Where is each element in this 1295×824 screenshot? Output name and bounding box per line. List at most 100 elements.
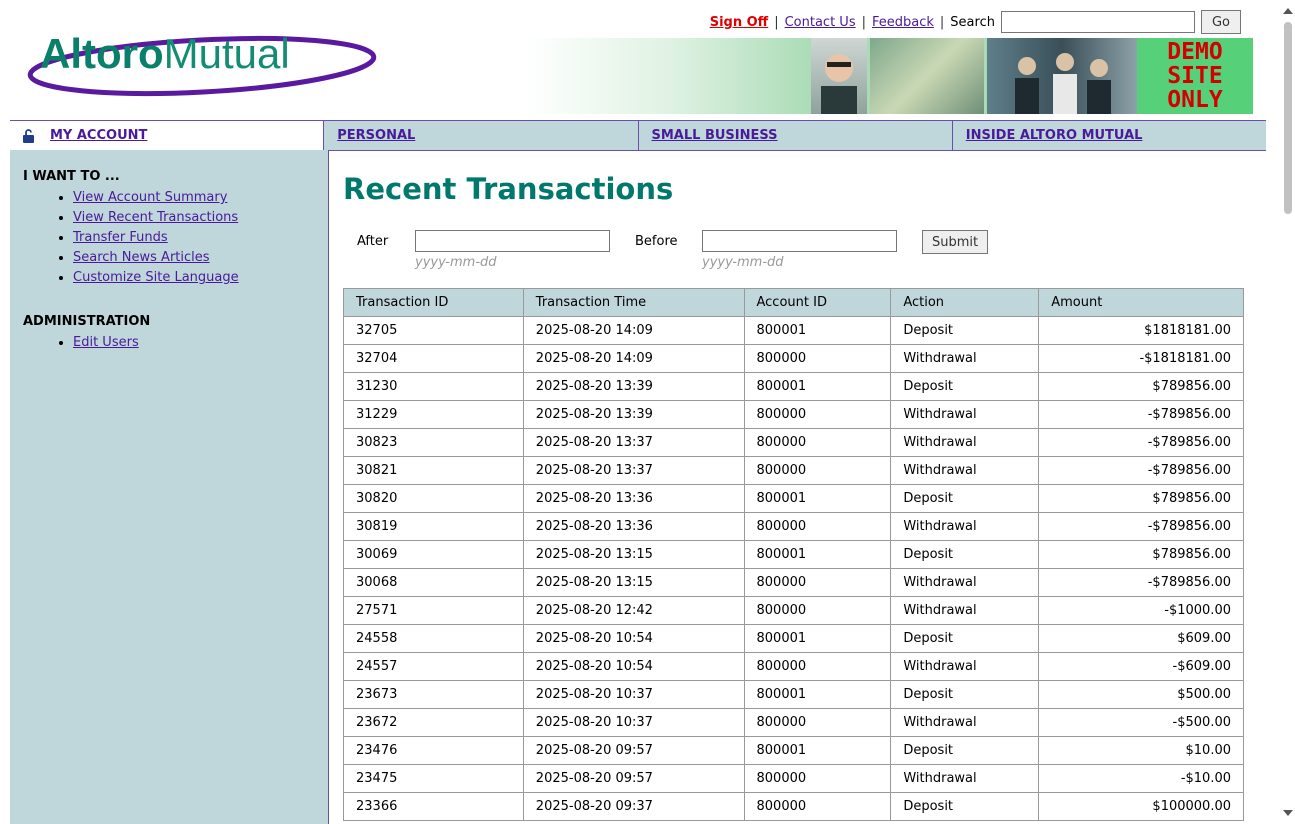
before-date-input[interactable] <box>702 230 897 252</box>
list-item: Customize Site Language <box>73 268 239 288</box>
cell-transaction-time: 2025-08-20 10:54 <box>522 624 745 653</box>
sidebar-item-search-news-articles[interactable]: Search News Articles <box>73 250 210 265</box>
cell-action: Deposit <box>890 624 1040 653</box>
scroll-up-arrow-icon[interactable] <box>1283 8 1293 14</box>
cell-amount: $609.00 <box>1038 624 1244 653</box>
cell-transaction-id: 30823 <box>343 428 524 457</box>
tab-small-business-link[interactable]: SMALL BUSINESS <box>652 128 778 143</box>
banner-photo-keyboard <box>870 38 984 114</box>
cell-transaction-time: 2025-08-20 13:39 <box>522 400 745 429</box>
column-header-action: Action <box>890 288 1040 317</box>
cell-account-id: 800001 <box>743 316 892 345</box>
page-title: Recent Transactions <box>343 172 674 206</box>
cell-action: Deposit <box>890 736 1040 765</box>
search-input[interactable] <box>1000 11 1195 33</box>
tab-personal-link[interactable]: PERSONAL <box>337 128 415 143</box>
before-date-hint: yyyy-mm-dd <box>702 255 784 270</box>
before-label: Before <box>635 234 678 249</box>
cell-account-id: 800000 <box>743 456 892 485</box>
cell-transaction-id: 32704 <box>343 344 524 373</box>
cell-transaction-id: 31229 <box>343 400 524 429</box>
tab-inside-altoro-link[interactable]: INSIDE ALTORO MUTUAL <box>966 128 1143 143</box>
transactions-table-body: 32705 2025-08-20 14:09 800001 Deposit $18181… <box>343 316 1244 821</box>
top-links: Sign Off | Contact Us | Feedback | Searc… <box>710 10 1241 34</box>
cell-action: Deposit <box>890 540 1040 569</box>
tab-inside-altoro-mutual[interactable]: INSIDE ALTORO MUTUAL <box>951 121 1266 150</box>
cell-action: Withdrawal <box>890 400 1040 429</box>
cell-action: Withdrawal <box>890 456 1040 485</box>
cell-transaction-id: 23366 <box>343 792 524 821</box>
sign-off-link[interactable]: Sign Off <box>710 15 769 30</box>
sidebar-item-view-recent-transactions[interactable]: View Recent Transactions <box>73 210 238 225</box>
after-date-input[interactable] <box>415 230 610 252</box>
svg-text:AltoroMutual: AltoroMutual <box>40 30 290 77</box>
cell-amount: $10.00 <box>1038 736 1244 765</box>
cell-transaction-time: 2025-08-20 13:36 <box>522 484 745 513</box>
cell-transaction-time: 2025-08-20 13:15 <box>522 540 745 569</box>
list-item: Search News Articles <box>73 248 239 268</box>
sidebar-item-transfer-funds[interactable]: Transfer Funds <box>73 230 168 245</box>
header-banner: DEMO SITE ONLY <box>525 38 1253 114</box>
list-item: View Account Summary <box>73 188 239 208</box>
cell-account-id: 800000 <box>743 568 892 597</box>
cell-transaction-time: 2025-08-20 12:42 <box>522 596 745 625</box>
cell-transaction-id: 30820 <box>343 484 524 513</box>
cell-transaction-id: 30068 <box>343 568 524 597</box>
altoro-mutual-logo[interactable]: AltoroMutual <box>26 30 378 100</box>
sidebar-section-title-i-want-to: I WANT TO ... <box>23 169 120 184</box>
feedback-link[interactable]: Feedback <box>872 15 934 30</box>
cell-transaction-id: 23673 <box>343 680 524 709</box>
cell-action: Withdrawal <box>890 512 1040 541</box>
cell-transaction-time: 2025-08-20 13:37 <box>522 456 745 485</box>
separator: | <box>861 14 866 30</box>
transactions-table: Transaction ID Transaction Time Account … <box>343 288 1244 821</box>
table-row: 31230 2025-08-20 13:39 800001 Deposit $78985… <box>343 372 1244 401</box>
table-row: 32705 2025-08-20 14:09 800001 Deposit $18181… <box>343 316 1244 345</box>
cell-action: Withdrawal <box>890 428 1040 457</box>
table-row: 30069 2025-08-20 13:15 800001 Deposit $78985… <box>343 540 1244 569</box>
vertical-scrollbar[interactable] <box>1280 0 1295 824</box>
cell-account-id: 800000 <box>743 764 892 793</box>
tab-my-account[interactable]: MY ACCOUNT <box>10 121 324 150</box>
cell-transaction-time: 2025-08-20 13:36 <box>522 512 745 541</box>
cell-transaction-time: 2025-08-20 13:39 <box>522 372 745 401</box>
scrollbar-thumb[interactable] <box>1284 22 1292 214</box>
banner-photo-woman <box>811 38 867 114</box>
list-item: Edit Users <box>73 333 139 353</box>
cell-amount: -$789856.00 <box>1038 512 1244 541</box>
tab-personal[interactable]: PERSONAL <box>323 121 638 150</box>
tab-my-account-link[interactable]: MY ACCOUNT <box>50 128 147 143</box>
cell-account-id: 800000 <box>743 344 892 373</box>
cell-transaction-id: 23476 <box>343 736 524 765</box>
cell-account-id: 800000 <box>743 792 892 821</box>
logo-text-mutual: Mutual <box>164 30 290 77</box>
cell-transaction-time: 2025-08-20 09:57 <box>522 764 745 793</box>
contact-us-link[interactable]: Contact Us <box>785 15 856 30</box>
cell-account-id: 800000 <box>743 708 892 737</box>
table-row: 23476 2025-08-20 09:57 800001 Deposit $10.00 <box>343 736 1244 765</box>
table-row: 23673 2025-08-20 10:37 800001 Deposit $500.0… <box>343 680 1244 709</box>
cell-account-id: 800001 <box>743 484 892 513</box>
go-button[interactable]: Go <box>1200 10 1241 34</box>
scroll-down-arrow-icon[interactable] <box>1283 810 1293 816</box>
cell-transaction-id: 24557 <box>343 652 524 681</box>
table-row: 30068 2025-08-20 13:15 800000 Withdrawal -$7… <box>343 568 1244 597</box>
sidebar-list-i-want-to: View Account Summary View Recent Transac… <box>46 188 239 288</box>
sidebar-item-view-account-summary[interactable]: View Account Summary <box>73 190 227 205</box>
cell-transaction-id: 31230 <box>343 372 524 401</box>
sidebar-item-customize-site-language[interactable]: Customize Site Language <box>73 270 239 285</box>
tab-small-business[interactable]: SMALL BUSINESS <box>637 121 952 150</box>
sidebar-item-edit-users[interactable]: Edit Users <box>73 335 139 350</box>
sidebar-list-administration: Edit Users <box>46 333 139 353</box>
search-label: Search <box>950 14 995 30</box>
cell-amount: $500.00 <box>1038 680 1244 709</box>
table-row: 31229 2025-08-20 13:39 800000 Withdrawal -$7… <box>343 400 1244 429</box>
table-row: 30823 2025-08-20 13:37 800000 Withdrawal -$7… <box>343 428 1244 457</box>
cell-transaction-time: 2025-08-20 14:09 <box>522 344 745 373</box>
cell-action: Withdrawal <box>890 596 1040 625</box>
submit-button[interactable]: Submit <box>922 230 989 254</box>
date-filter-form: After yyyy-mm-dd Before yyyy-mm-dd Submi… <box>343 230 1043 280</box>
logo-text-altoro: Altoro <box>40 30 164 77</box>
after-date-hint: yyyy-mm-dd <box>415 255 497 270</box>
cell-transaction-id: 24558 <box>343 624 524 653</box>
